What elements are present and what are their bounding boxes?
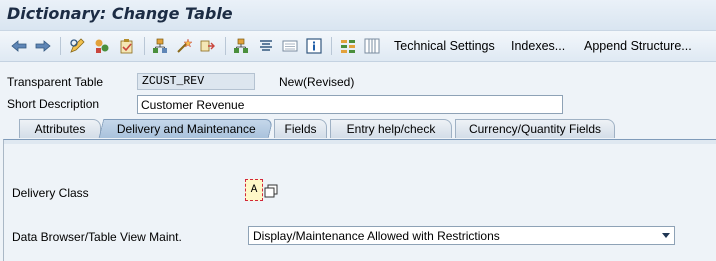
tab-delivery-and-maintenance[interactable]: Delivery and Maintenance <box>98 119 274 138</box>
panel-header-strip <box>4 140 716 144</box>
data-browser-label: Data Browser/Table View Maint. <box>12 230 182 244</box>
data-browser-dropdown[interactable]: Display/Maintenance Allowed with Restric… <box>248 226 675 245</box>
possible-entries-icon[interactable] <box>264 184 278 198</box>
other-object-icon[interactable] <box>94 38 110 54</box>
application-toolbar: Technical Settings Indexes... Append Str… <box>0 31 716 62</box>
chevron-down-icon[interactable] <box>662 233 670 238</box>
check-icon[interactable] <box>119 38 135 54</box>
table-header: Transparent Table ZCUST_REV New(Revised)… <box>0 62 716 117</box>
tab-fields[interactable]: Fields <box>274 119 327 138</box>
toolbar-separator <box>144 37 145 55</box>
transparent-table-label: Transparent Table <box>7 75 104 89</box>
title-bar: Dictionary: Change Table <box>0 0 716 31</box>
hierarchy-icon[interactable] <box>233 38 249 54</box>
tab-attributes[interactable]: Attributes <box>19 119 101 138</box>
table-name-field: ZCUST_REV <box>137 73 255 90</box>
indexes-button[interactable]: Indexes... <box>511 39 565 53</box>
tab-currency-quantity-fields[interactable]: Currency/Quantity Fields <box>455 119 615 138</box>
tab-entry-help-check[interactable]: Entry help/check <box>330 119 452 138</box>
short-description-field[interactable]: Customer Revenue <box>137 95 563 114</box>
display-object-list-icon[interactable] <box>282 38 298 54</box>
short-description-label: Short Description <box>7 97 100 111</box>
navigation-icon[interactable] <box>200 38 216 54</box>
info-icon[interactable] <box>306 38 322 54</box>
technical-settings-button[interactable]: Technical Settings <box>394 39 495 53</box>
forward-arrow-icon[interactable] <box>35 38 51 54</box>
layout-icon[interactable] <box>364 38 380 54</box>
append-structure-button[interactable]: Append Structure... <box>584 39 692 53</box>
window-title: Dictionary: Change Table <box>7 4 233 23</box>
toolbar-separator <box>225 37 226 55</box>
toolbar-separator <box>60 37 61 55</box>
activate-icon[interactable] <box>152 38 168 54</box>
back-arrow-icon[interactable] <box>11 38 27 54</box>
tab-strip: Attributes Delivery and Maintenance Fiel… <box>0 117 716 139</box>
toolbar-separator <box>331 37 332 55</box>
delivery-class-label: Delivery Class <box>12 186 89 200</box>
data-browser-selected-value: Display/Maintenance Allowed with Restric… <box>253 229 500 243</box>
delivery-class-field[interactable]: A <box>245 179 263 201</box>
display-change-icon[interactable] <box>69 38 85 54</box>
where-used-icon[interactable] <box>176 38 192 54</box>
table-status-text: New(Revised) <box>279 75 355 89</box>
contents-icon[interactable] <box>340 38 356 54</box>
object-list-icon[interactable] <box>258 38 274 54</box>
